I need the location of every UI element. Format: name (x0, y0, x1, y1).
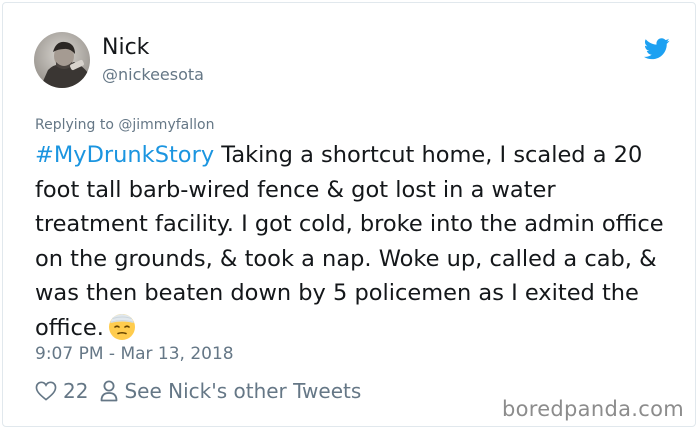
see-other-tweets-label: See Nick's other Tweets (124, 379, 362, 403)
display-name[interactable]: Nick (102, 34, 149, 62)
tweet-actions: 22 See Nick's other Tweets (35, 377, 361, 405)
like-button[interactable]: 22 (35, 379, 100, 403)
avatar[interactable] (34, 32, 90, 88)
replying-to: Replying to @jimmyfallon (35, 117, 214, 133)
tweet-card: Nick @nickeesota Replying to @jimmyfallo… (2, 2, 696, 427)
see-other-tweets-link[interactable]: See Nick's other Tweets (100, 379, 361, 403)
twitter-bird-icon[interactable] (644, 38, 670, 60)
tweet-text-body: Taking a shortcut home, I scaled a 20 fo… (35, 142, 664, 341)
boredpanda-watermark: boredpanda.com (501, 397, 684, 421)
likes-count: 22 (63, 379, 89, 403)
tweet-text: #MyDrunkStory Taking a shortcut home, I … (35, 138, 675, 345)
reply-to-handle-link[interactable]: @jimmyfallon (118, 117, 214, 133)
heart-icon (35, 381, 57, 401)
person-icon (101, 380, 118, 402)
replying-to-prefix: Replying to (35, 117, 119, 133)
hashtag-link[interactable]: #MyDrunkStory (35, 142, 214, 168)
tweet-timestamp[interactable]: 9:07 PM - Mar 13, 2018 (35, 344, 234, 364)
user-handle[interactable]: @nickeesota (102, 65, 204, 85)
bandaged-face-emoji (108, 313, 135, 340)
